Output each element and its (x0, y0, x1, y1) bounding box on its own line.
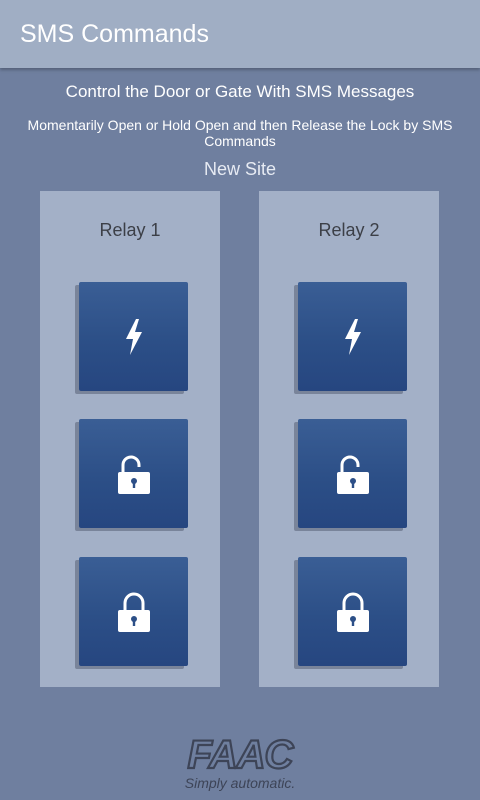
lightning-bolt-icon (344, 318, 361, 355)
unlocked-padlock-icon (336, 455, 369, 494)
relay-2-momentary-open-button[interactable] (298, 282, 407, 391)
unlocked-padlock-icon (117, 455, 150, 494)
page-heading: Control the Door or Gate With SMS Messag… (65, 82, 415, 101)
relay-1-hold-open-button[interactable] (79, 419, 188, 528)
relay-label-2: Relay 2 (318, 220, 380, 240)
app-title: SMS Commands (20, 20, 209, 48)
relay-2-release-lock-button[interactable] (298, 557, 407, 666)
faac-logo-text: FAAC (188, 736, 295, 777)
faac-tagline: Simply automatic. (185, 775, 295, 791)
page-description: Momentarily Open or Hold Open and then R… (27, 117, 453, 149)
locked-padlock-icon (336, 592, 369, 632)
relay-1-momentary-open-button[interactable] (79, 282, 188, 391)
site-name: New Site (203, 159, 277, 179)
relay-1-release-lock-button[interactable] (79, 557, 188, 666)
faac-logo: FAAC Simply automatic. (185, 736, 297, 791)
relay-2-hold-open-button[interactable] (298, 419, 407, 528)
app-bar: SMS Commands (0, 0, 480, 68)
relay-label-1: Relay 1 (99, 220, 161, 240)
lightning-bolt-icon (125, 318, 142, 355)
locked-padlock-icon (117, 592, 150, 632)
